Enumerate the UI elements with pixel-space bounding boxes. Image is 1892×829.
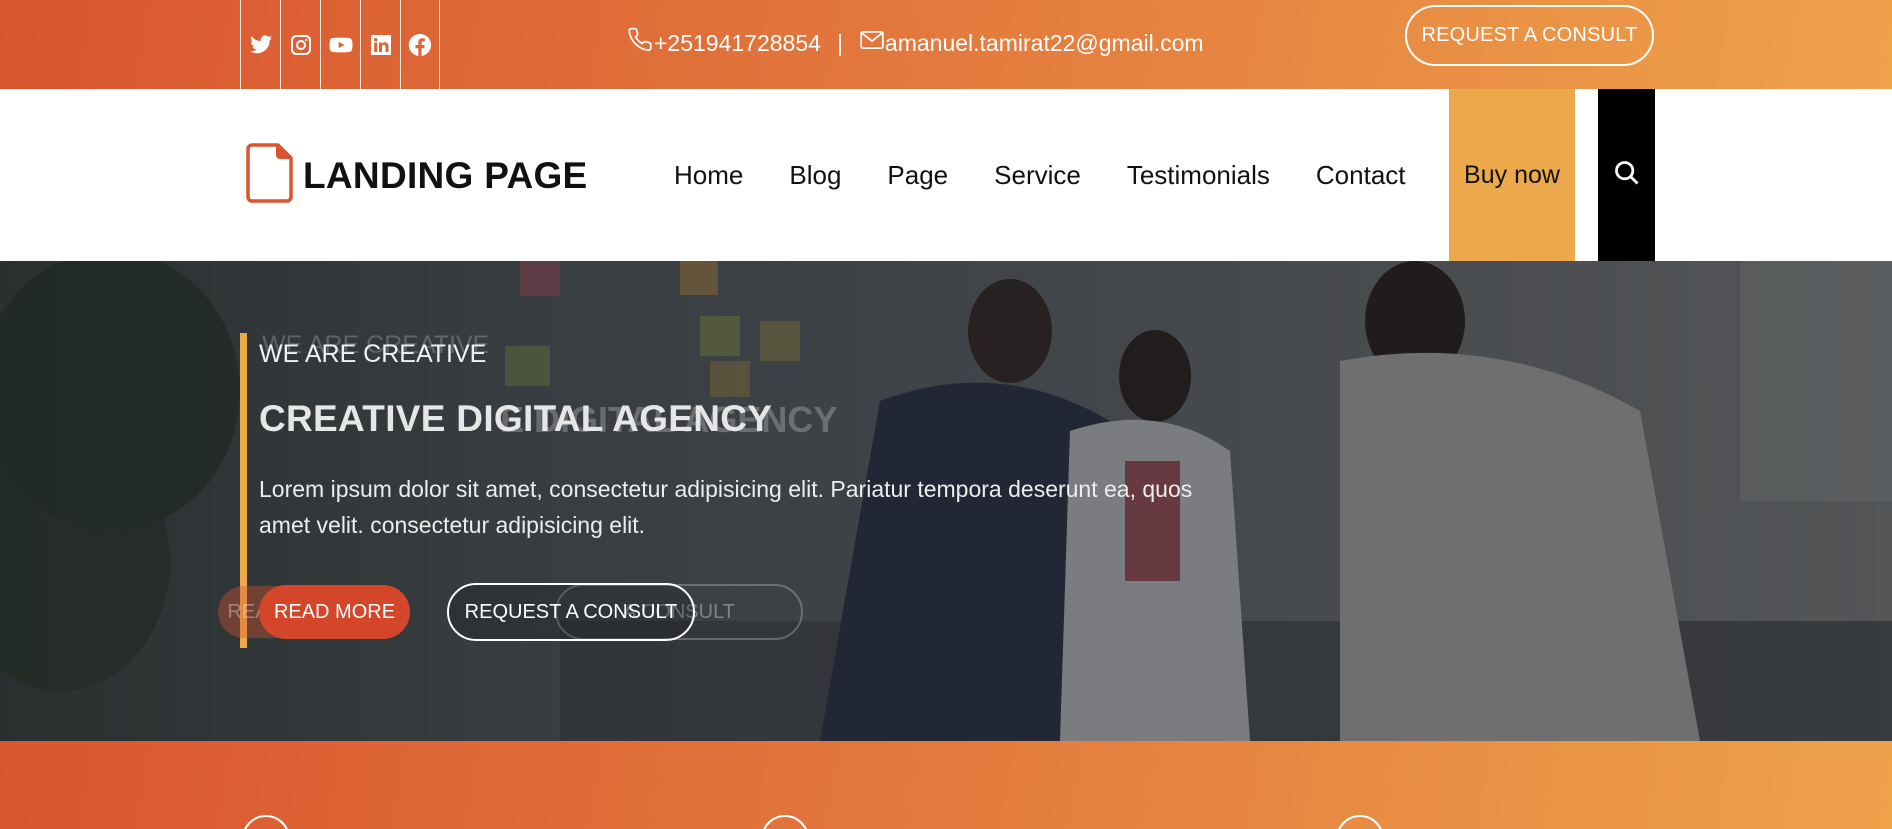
feature-icon-circle [761, 815, 809, 829]
feature-icon-circle [1336, 815, 1384, 829]
search-button[interactable] [1598, 89, 1655, 261]
hero-section: WE ARE CREATIVE E DIGITAL AGENCY READ MO… [0, 261, 1892, 741]
nav-testimonials[interactable]: Testimonials [1127, 160, 1270, 191]
twitter-icon[interactable] [240, 0, 280, 89]
main-navbar: LANDING PAGE Home Blog Page Service Test… [0, 89, 1892, 261]
nav-contact[interactable]: Contact [1316, 160, 1406, 191]
youtube-icon[interactable] [320, 0, 360, 89]
request-consult-button[interactable]: REQUEST A CONSULT [1405, 5, 1654, 66]
contact-separator: | [836, 29, 843, 56]
read-more-button[interactable]: READ MORE [259, 585, 410, 639]
phone-icon [628, 27, 654, 59]
linkedin-icon[interactable] [360, 0, 400, 89]
features-strip [0, 741, 1892, 829]
buy-now-button[interactable]: Buy now [1449, 89, 1575, 261]
search-icon [1613, 159, 1641, 192]
social-links [240, 0, 440, 89]
brand-name: LANDING PAGE [303, 154, 588, 196]
file-icon [246, 142, 294, 209]
hero-tagline: WE ARE CREATIVE [259, 340, 487, 368]
mail-icon [859, 27, 885, 59]
email-address[interactable]: amanuel.tamirat22@gmail.com [885, 30, 1204, 57]
instagram-icon[interactable] [280, 0, 320, 89]
hero-request-consult-button[interactable]: REQUEST A CONSULT [447, 583, 695, 641]
nav-home[interactable]: Home [674, 160, 743, 191]
facebook-icon[interactable] [400, 0, 440, 89]
top-bar: +251941728854 | amanuel.tamirat22@gmail.… [0, 0, 1892, 89]
nav-service[interactable]: Service [994, 160, 1081, 191]
hero-description: Lorem ipsum dolor sit amet, consectetur … [259, 476, 1193, 538]
nav-page[interactable]: Page [887, 160, 948, 191]
feature-icon-circle [242, 815, 290, 829]
logo[interactable]: LANDING PAGE [246, 142, 588, 209]
main-menu: Home Blog Page Service Testimonials Cont… [674, 89, 1452, 261]
phone-number[interactable]: +251941728854 [654, 30, 821, 57]
contact-info: +251941728854 | amanuel.tamirat22@gmail.… [628, 27, 1204, 59]
hero-title: CREATIVE DIGITAL AGENCY [259, 398, 773, 439]
nav-blog[interactable]: Blog [789, 160, 841, 191]
